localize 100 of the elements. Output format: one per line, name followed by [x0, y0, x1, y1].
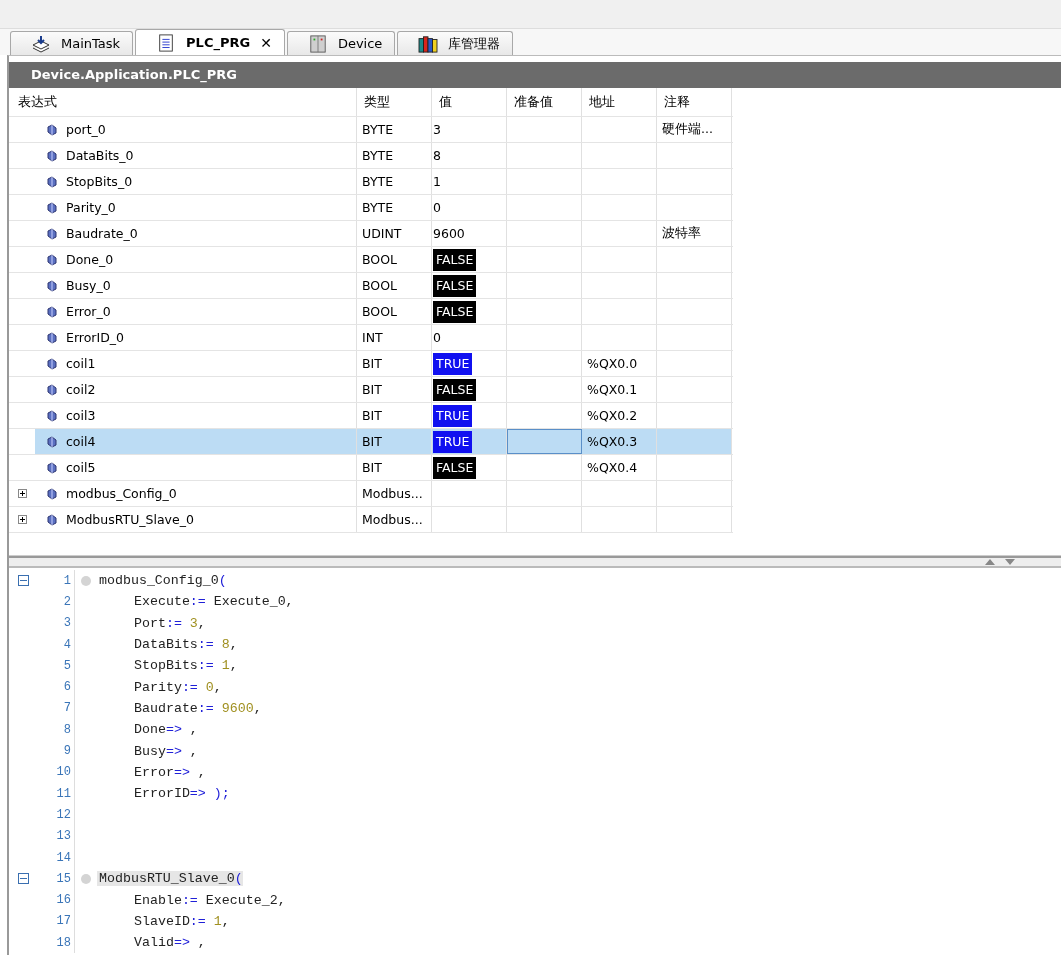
- editor-tab[interactable]: MainTask: [10, 31, 134, 55]
- breakpoint-dot-icon[interactable]: [81, 873, 91, 884]
- variable-name: Error_0: [66, 304, 111, 319]
- value-text: 8: [433, 148, 441, 163]
- line-number: 7: [62, 701, 72, 716]
- value-badge: FALSE: [433, 378, 477, 401]
- code-line: Parity:= 0,: [133, 679, 222, 695]
- variable-name: coil5: [66, 460, 96, 475]
- stack-icon: [31, 34, 51, 53]
- code-line: Valid=> ,: [133, 935, 206, 951]
- line-number: 12: [55, 807, 72, 822]
- code-line: Baudrate:= 9600,: [133, 700, 262, 716]
- value-text: 9600: [433, 226, 465, 241]
- column-header[interactable]: 表达式: [9, 88, 357, 116]
- type-text: BYTE: [362, 122, 394, 137]
- value-text: 3: [433, 122, 441, 137]
- variable-name: Baudrate_0: [66, 226, 138, 241]
- table-row[interactable]: ErrorID_0 INT 0: [9, 325, 733, 351]
- table-row[interactable]: ModbusRTU_Slave_0 Modbus...: [9, 507, 733, 533]
- type-text: BYTE: [362, 174, 394, 189]
- address-text: %QX0.1: [587, 382, 638, 397]
- code-line: Busy=> ,: [133, 743, 198, 759]
- column-header[interactable]: 准备值: [507, 88, 582, 116]
- table-row[interactable]: coil4 BIT TRUE %QX0.3: [9, 429, 733, 455]
- breakpoint-dot-icon[interactable]: [81, 575, 91, 586]
- table-row[interactable]: StopBits_0 BYTE 1: [9, 169, 733, 195]
- type-text: BIT: [362, 460, 382, 475]
- line-number: 13: [55, 829, 72, 844]
- code-line: Enable:= Execute_2,: [133, 892, 286, 908]
- type-text: BOOL: [362, 278, 397, 293]
- table-row[interactable]: Parity_0 BYTE 0: [9, 195, 733, 221]
- variable-name: port_0: [66, 122, 106, 137]
- line-number: 15: [55, 871, 72, 886]
- close-button[interactable]: ✕: [260, 34, 272, 51]
- value-badge: FALSE: [433, 456, 477, 479]
- value-badge: FALSE: [433, 274, 477, 297]
- variable-icon: [47, 201, 57, 214]
- type-text: INT: [362, 330, 383, 345]
- line-number: 1: [62, 573, 72, 588]
- variable-name: Done_0: [66, 252, 114, 267]
- line-number: 6: [62, 680, 72, 695]
- table-row[interactable]: Baudrate_0 UDINT 9600 波特率: [9, 221, 733, 247]
- type-text: BYTE: [362, 200, 394, 215]
- type-text: BIT: [362, 434, 382, 449]
- comment-text: 波特率: [662, 225, 701, 242]
- table-row[interactable]: Error_0 BOOL FALSE: [9, 299, 733, 325]
- table-row[interactable]: modbus_Config_0 Modbus...: [9, 481, 733, 507]
- editor-title: Device.Application.PLC_PRG: [9, 62, 1061, 88]
- variable-name: DataBits_0: [66, 148, 134, 163]
- variable-icon: [47, 487, 57, 500]
- column-header[interactable]: 地址: [582, 88, 657, 116]
- line-number: 17: [55, 914, 72, 929]
- variable-name: Busy_0: [66, 278, 111, 293]
- splitter-arrows-icon[interactable]: [983, 558, 1017, 566]
- line-number: 3: [62, 616, 72, 631]
- editor-tab[interactable]: PLC_PRG ✕: [135, 29, 285, 55]
- type-text: Modbus...: [362, 486, 423, 501]
- table-row[interactable]: Done_0 BOOL FALSE: [9, 247, 733, 273]
- address-text: %QX0.3: [587, 434, 638, 449]
- variable-icon: [47, 253, 57, 266]
- column-header[interactable]: 注释: [657, 88, 732, 116]
- value-badge: TRUE: [433, 352, 473, 375]
- expand-icon[interactable]: [17, 515, 27, 524]
- table-row[interactable]: port_0 BYTE 3 硬件端...: [9, 117, 733, 143]
- code-line: Execute:= Execute_0,: [133, 594, 294, 610]
- type-text: BIT: [362, 408, 382, 423]
- table-row[interactable]: Busy_0 BOOL FALSE: [9, 273, 733, 299]
- variable-icon: [47, 409, 57, 422]
- variable-name: ErrorID_0: [66, 330, 124, 345]
- variable-icon: [47, 279, 57, 292]
- variable-name: coil2: [66, 382, 96, 397]
- collapse-icon[interactable]: [17, 575, 29, 587]
- line-number: 10: [55, 765, 72, 780]
- variable-icon: [47, 123, 57, 136]
- editor-tab[interactable]: Device: [286, 31, 396, 55]
- value-text: 0: [433, 330, 441, 345]
- collapse-icon[interactable]: [17, 873, 29, 885]
- variable-name: coil1: [66, 356, 96, 371]
- line-number: 9: [62, 744, 72, 758]
- code-line: SlaveID:= 1,: [133, 913, 230, 929]
- table-row[interactable]: DataBits_0 BYTE 8: [9, 143, 733, 169]
- type-text: BOOL: [362, 304, 397, 319]
- variable-name: coil4: [66, 434, 96, 449]
- variable-name: coil3: [66, 408, 96, 423]
- column-header[interactable]: 值: [432, 88, 507, 116]
- table-row[interactable]: coil1 BIT TRUE %QX0.0: [9, 351, 733, 377]
- variable-icon: [47, 331, 57, 344]
- variable-icon: [47, 175, 57, 188]
- table-row[interactable]: coil5 BIT FALSE %QX0.4: [9, 455, 733, 481]
- code-line: ErrorID=> );: [133, 786, 230, 802]
- editor-tab[interactable]: 库管理器: [397, 31, 514, 55]
- column-header[interactable]: 类型: [357, 88, 432, 116]
- table-row[interactable]: coil2 BIT FALSE %QX0.1: [9, 377, 733, 403]
- value-text: 0: [433, 200, 441, 215]
- line-number: 18: [55, 935, 72, 950]
- line-number: 2: [62, 594, 72, 609]
- code-line: Error=> ,: [133, 764, 206, 780]
- address-text: %QX0.2: [587, 408, 638, 423]
- variable-icon: [47, 513, 57, 526]
- expand-icon[interactable]: [17, 489, 27, 498]
